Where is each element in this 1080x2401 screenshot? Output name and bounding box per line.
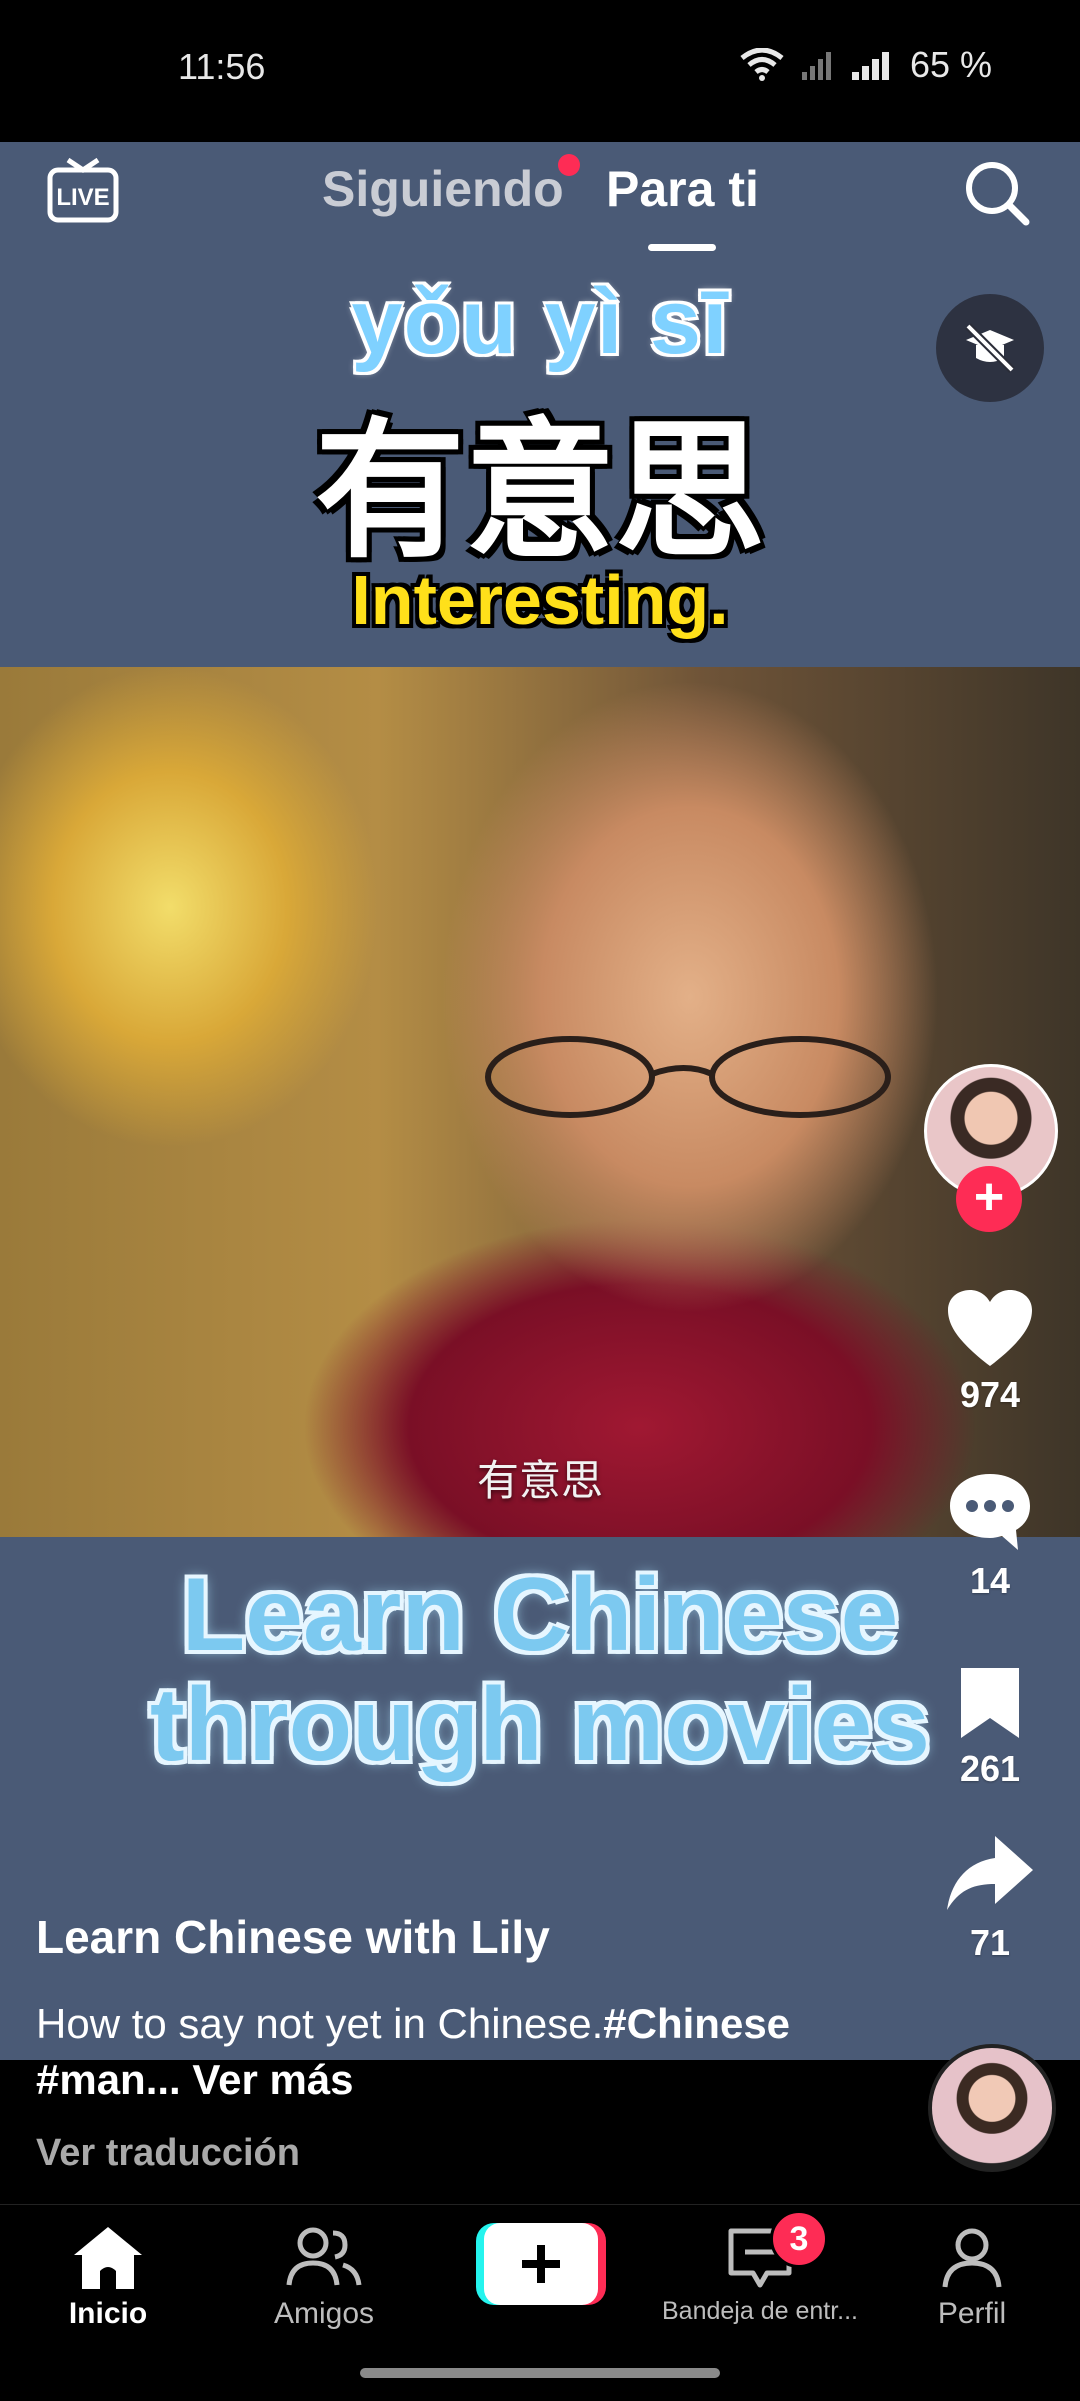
heart-icon [948, 1290, 1032, 1366]
like-count: 974 [959, 1374, 1021, 1415]
status-icons: 65 % [740, 44, 992, 86]
nav-home-label: Inicio [68, 2297, 148, 2330]
follow-plus-button[interactable]: + [956, 1166, 1022, 1232]
hanzi-text: 有意思 [314, 405, 765, 579]
live-icon[interactable]: LIVE [46, 156, 120, 226]
plus-icon [476, 2223, 606, 2305]
nav-friends-label: Amigos [273, 2297, 375, 2330]
share-count: 71 [969, 1922, 1011, 1963]
bookmark-icon [961, 1668, 1019, 1738]
nav-home[interactable]: Inicio [8, 2225, 208, 2331]
create-button[interactable] [476, 2221, 606, 2307]
comment-count: 14 [969, 1560, 1011, 1601]
svg-text:LIVE: LIVE [56, 184, 109, 211]
meaning-text: Interesting. [351, 561, 729, 639]
share-arrow-icon [947, 1836, 1033, 1910]
save-button[interactable]: 261 [930, 1664, 1050, 1790]
see-more-link[interactable]: Ver más [192, 2056, 353, 2103]
caption-text: How to say not yet in Chinese. [36, 2000, 604, 2047]
signal-off-icon [801, 52, 831, 80]
author-name[interactable]: Learn Chinese with Lily [36, 1910, 550, 1964]
nav-friends[interactable]: Amigos [224, 2225, 424, 2331]
graduation-cap-off-icon [965, 323, 1015, 373]
friends-icon [286, 2227, 362, 2286]
active-tab-indicator [648, 244, 716, 251]
wifi-icon [740, 48, 784, 81]
comment-icon [950, 1474, 1030, 1550]
pinyin-text: yǒu yì sī [351, 271, 729, 373]
signal-icon [851, 52, 889, 80]
nav-profile[interactable]: Perfil [872, 2225, 1072, 2331]
see-translation-link[interactable]: Ver traducción [36, 2132, 300, 2175]
profile-icon [942, 2228, 1002, 2288]
home-icon [74, 2227, 142, 2289]
save-count: 261 [959, 1748, 1021, 1789]
promo-line-2: through movies [149, 1667, 931, 1783]
tab-for-you[interactable]: Para ti [606, 160, 759, 218]
like-button[interactable]: 974 [930, 1288, 1050, 1416]
music-disc[interactable] [928, 2044, 1056, 2172]
nav-profile-label: Perfil [937, 2297, 1007, 2330]
search-icon[interactable] [962, 158, 1032, 228]
share-button[interactable]: 71 [930, 1832, 1050, 1964]
learning-mode-button[interactable] [936, 294, 1044, 402]
video-caption[interactable]: How to say not yet in Chinese.#Chinese #… [36, 1996, 836, 2108]
nav-inbox[interactable]: Bandeja de entr... [640, 2225, 880, 2326]
home-indicator[interactable] [360, 2368, 720, 2378]
status-time: 11:56 [178, 46, 266, 87]
tab-following[interactable]: Siguiendo [322, 160, 564, 218]
video-glasses-shape [485, 1036, 891, 1118]
notification-dot [558, 154, 580, 176]
promo-text: Learn Chinese through movies [0, 1560, 1080, 1780]
nav-inbox-label: Bandeja de entr... [662, 2297, 858, 2325]
video-subtitle: 有意思 [476, 1457, 603, 1504]
promo-line-1: Learn Chinese [181, 1557, 899, 1673]
comment-button[interactable]: 14 [930, 1470, 1050, 1602]
inbox-badge: 3 [770, 2210, 828, 2268]
battery-percent: 65 % [909, 44, 992, 85]
